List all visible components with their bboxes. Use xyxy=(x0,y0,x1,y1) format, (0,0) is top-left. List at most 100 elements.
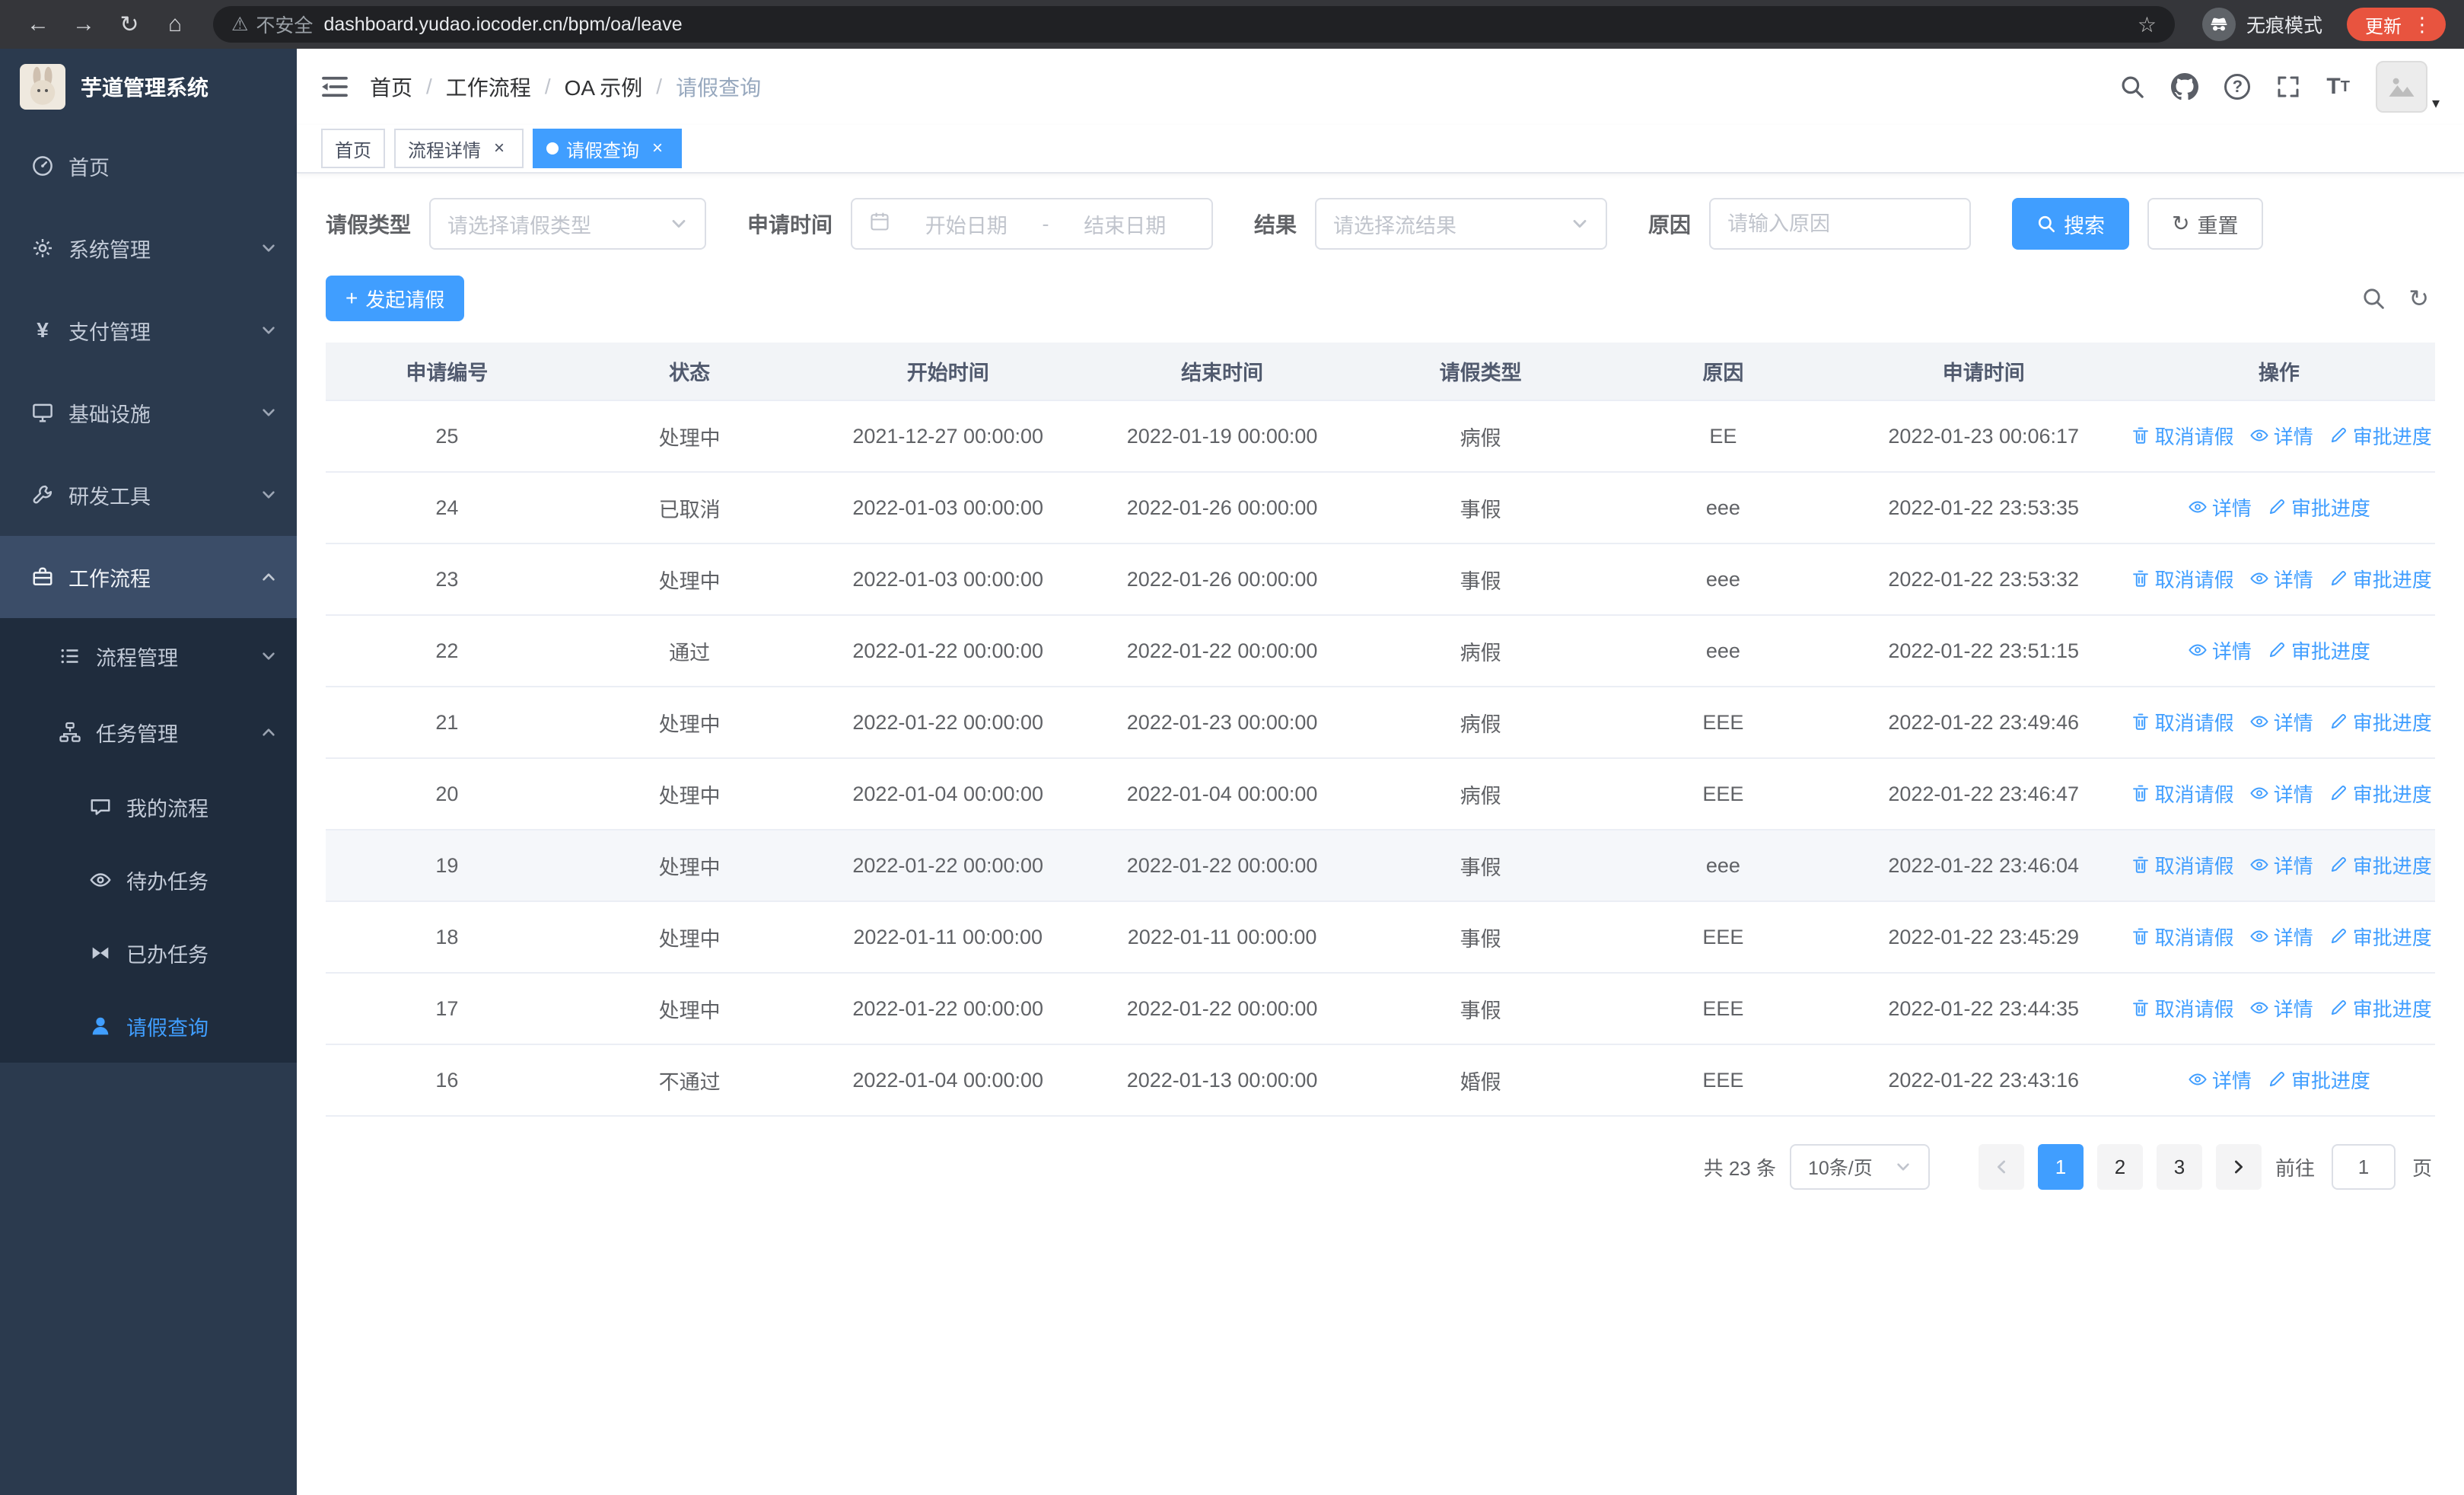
result-select[interactable]: 请选择流结果 xyxy=(1315,198,1608,250)
font-size-large-glyph: T xyxy=(2326,74,2341,99)
cancel-leave-link[interactable]: 取消请假 xyxy=(2131,923,2234,951)
browser-back-icon[interactable]: ← xyxy=(18,5,58,44)
create-leave-button[interactable]: + 发起请假 xyxy=(326,276,465,321)
approval-progress-link[interactable]: 审批进度 xyxy=(2329,422,2432,450)
approval-progress-link[interactable]: 审批进度 xyxy=(2329,779,2432,808)
sidebar-item-todo-tasks[interactable]: 待办任务 xyxy=(0,843,297,916)
help-icon[interactable]: ? xyxy=(2224,74,2251,100)
toggle-search-icon[interactable] xyxy=(2361,286,2386,311)
reason-input[interactable] xyxy=(1709,198,1972,250)
detail-link[interactable]: 详情 xyxy=(2249,422,2313,450)
sidebar-item-my-process[interactable]: 我的流程 xyxy=(0,770,297,843)
approval-progress-link[interactable]: 审批进度 xyxy=(2329,565,2432,593)
cell-end-time: 2022-01-13 00:00:00 xyxy=(1084,1044,1360,1117)
cell-actions: 取消请假 详情 审批进度 xyxy=(2122,400,2435,473)
sidebar-item-task-management[interactable]: 任务管理 xyxy=(0,694,297,770)
sidebar-item-process-management[interactable]: 流程管理 xyxy=(0,618,297,694)
cell-apply-id: 25 xyxy=(326,400,568,473)
github-icon[interactable] xyxy=(2171,73,2199,100)
cell-end-time: 2022-01-22 00:00:00 xyxy=(1084,615,1360,687)
search-icon[interactable] xyxy=(2119,74,2145,100)
progress-edit-icon xyxy=(2269,1072,2284,1087)
sidebar-item-infrastructure[interactable]: 基础设施 xyxy=(0,371,297,454)
security-chip[interactable]: ⚠ 不安全 xyxy=(231,11,313,38)
breadcrumb-item-home[interactable]: 首页 xyxy=(370,72,412,102)
apply-time-range-picker[interactable]: 开始日期 - 结束日期 xyxy=(851,198,1214,250)
font-size-icon[interactable]: TT xyxy=(2326,75,2350,98)
close-icon[interactable]: × xyxy=(647,138,668,159)
user-menu[interactable]: ▾ xyxy=(2375,61,2440,113)
cell-end-time: 2022-01-23 00:00:00 xyxy=(1084,687,1360,759)
address-bar[interactable]: ⚠ 不安全 dashboard.yudao.iocoder.cn/bpm/oa/… xyxy=(213,6,2175,43)
sidebar-item-home[interactable]: 首页 xyxy=(0,125,297,207)
sidebar-item-payment[interactable]: ¥ 支付管理 xyxy=(0,289,297,371)
cell-apply-id: 19 xyxy=(326,830,568,902)
cancel-leave-link[interactable]: 取消请假 xyxy=(2131,708,2234,736)
approval-progress-link[interactable]: 审批进度 xyxy=(2267,1066,2370,1094)
close-icon[interactable]: × xyxy=(489,138,510,159)
detail-link[interactable]: 详情 xyxy=(2249,851,2313,879)
page-size-select[interactable]: 10条/页 xyxy=(1789,1144,1930,1190)
search-button[interactable]: 搜索 xyxy=(2012,198,2130,250)
approval-progress-link[interactable]: 审批进度 xyxy=(2267,493,2370,521)
detail-link[interactable]: 详情 xyxy=(2188,493,2252,521)
detail-link[interactable]: 详情 xyxy=(2249,994,2313,1022)
goto-page-input[interactable] xyxy=(2331,1144,2396,1190)
approval-progress-link[interactable]: 审批进度 xyxy=(2329,851,2432,879)
sidebar-item-system[interactable]: 系统管理 xyxy=(0,207,297,289)
cancel-icon xyxy=(2132,928,2148,945)
page-number-1[interactable]: 1 xyxy=(2037,1144,2084,1190)
sidebar-item-workflow[interactable]: 工作流程 xyxy=(0,536,297,618)
tab-home[interactable]: 首页 xyxy=(321,129,385,168)
cell-apply-time: 2022-01-23 00:06:17 xyxy=(1844,400,2123,473)
sidebar-item-dev-tools[interactable]: 研发工具 xyxy=(0,454,297,536)
fullscreen-icon[interactable] xyxy=(2276,75,2300,99)
detail-link[interactable]: 详情 xyxy=(2249,565,2313,593)
detail-link[interactable]: 详情 xyxy=(2249,923,2313,951)
page-number-2[interactable]: 2 xyxy=(2096,1144,2143,1190)
approval-progress-link[interactable]: 审批进度 xyxy=(2329,923,2432,951)
page-number-3[interactable]: 3 xyxy=(2156,1144,2202,1190)
cancel-leave-link[interactable]: 取消请假 xyxy=(2131,851,2234,879)
action-label: 审批进度 xyxy=(2352,783,2432,806)
sidebar-toggle-icon[interactable] xyxy=(321,75,349,98)
menu-label: 基础设施 xyxy=(68,403,151,426)
detail-link[interactable]: 详情 xyxy=(2188,636,2252,665)
cell-actions: 取消请假 详情 审批进度 xyxy=(2122,973,2435,1045)
detail-link[interactable]: 详情 xyxy=(2249,779,2313,808)
approval-progress-link[interactable]: 审批进度 xyxy=(2329,994,2432,1022)
avatar[interactable] xyxy=(2375,61,2427,113)
app-logo[interactable]: 芋道管理系统 xyxy=(0,49,297,125)
browser-menu-icon[interactable]: ⋮ xyxy=(2412,13,2432,37)
sidebar-item-leave-query[interactable]: 请假查询 xyxy=(0,990,297,1063)
action-label: 审批进度 xyxy=(2352,926,2432,949)
sidebar-item-done-tasks[interactable]: 已办任务 xyxy=(0,916,297,990)
cancel-leave-link[interactable]: 取消请假 xyxy=(2131,779,2234,808)
next-page-button[interactable] xyxy=(2215,1144,2262,1190)
leave-type-select[interactable]: 请选择请假类型 xyxy=(429,198,707,250)
total-count-label: 共 23 条 xyxy=(1703,1156,1776,1180)
tab-process-detail[interactable]: 流程详情 × xyxy=(394,129,524,168)
browser-reload-icon[interactable]: ↻ xyxy=(110,5,149,44)
progress-edit-icon xyxy=(2269,642,2284,658)
detail-link[interactable]: 详情 xyxy=(2249,708,2313,736)
bookmark-star-icon[interactable]: ☆ xyxy=(2138,12,2157,37)
detail-link[interactable]: 详情 xyxy=(2188,1066,2252,1094)
breadcrumb-separator: / xyxy=(426,75,432,98)
column-header-actions: 操作 xyxy=(2122,343,2435,401)
cancel-leave-link[interactable]: 取消请假 xyxy=(2131,565,2234,593)
update-browser-button[interactable]: 更新 ⋮ xyxy=(2347,8,2446,41)
breadcrumb-item-workflow[interactable]: 工作流程 xyxy=(446,72,531,102)
browser-home-icon[interactable]: ⌂ xyxy=(155,5,195,44)
approval-progress-link[interactable]: 审批进度 xyxy=(2329,708,2432,736)
refresh-table-icon[interactable]: ↻ xyxy=(2408,286,2429,311)
tab-leave-query[interactable]: 请假查询 × xyxy=(533,129,682,168)
prev-page-button[interactable] xyxy=(1978,1144,2024,1190)
browser-forward-icon[interactable]: → xyxy=(64,5,103,44)
reset-button[interactable]: ↻ 重置 xyxy=(2147,198,2263,250)
cancel-leave-link[interactable]: 取消请假 xyxy=(2131,994,2234,1022)
breadcrumb-item-oa-example[interactable]: OA 示例 xyxy=(565,72,643,102)
approval-progress-link[interactable]: 审批进度 xyxy=(2267,636,2370,665)
column-header-reason: 原因 xyxy=(1602,343,1845,401)
cancel-leave-link[interactable]: 取消请假 xyxy=(2131,422,2234,450)
